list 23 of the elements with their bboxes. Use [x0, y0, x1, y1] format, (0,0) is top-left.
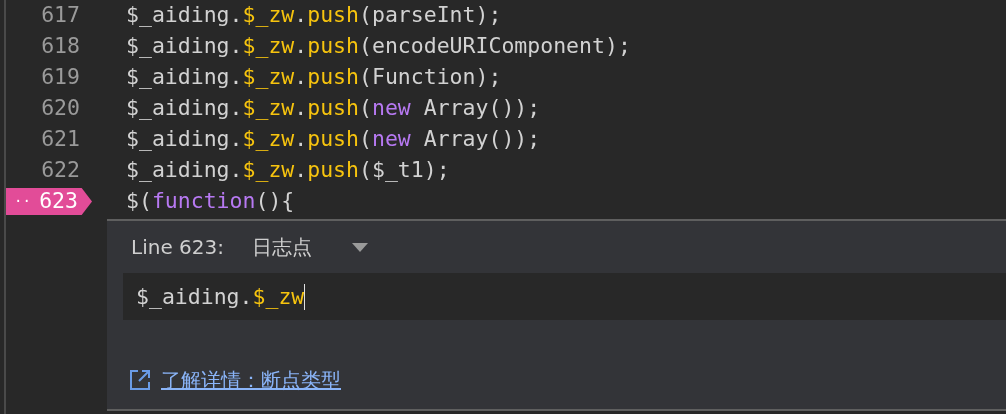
line-number: 620	[40, 94, 80, 123]
line-number: 617	[40, 1, 80, 30]
code-line: $_aiding.$_zw.push(new Array());	[126, 125, 541, 154]
line-number: 618	[40, 32, 80, 61]
external-link-icon	[129, 369, 151, 391]
code-line: $_aiding.$_zw.push(Function);	[126, 63, 502, 92]
learn-more-link[interactable]: 了解详情：断点类型	[161, 365, 341, 395]
code-line: $(function(){	[126, 187, 295, 216]
logpoint-marker[interactable]: ·· 623	[6, 188, 92, 215]
code-line: $_aiding.$_zw.push(encodeURIComponent);	[126, 32, 631, 61]
line-number: 619	[40, 63, 80, 92]
expression-text: $_aiding.$_zw	[136, 283, 306, 310]
line-number: 621	[40, 125, 80, 154]
line-number: 623	[39, 187, 78, 216]
line-label: Line 623:	[131, 234, 224, 261]
code-line: $_aiding.$_zw.push($_t1);	[126, 156, 450, 185]
type-select[interactable]: 日志点	[251, 232, 368, 262]
code-line: $_aiding.$_zw.push(parseInt);	[126, 1, 502, 30]
code-line: $_aiding.$_zw.push(new Array());	[126, 94, 541, 123]
expression-field[interactable]: $_aiding.$_zw	[123, 273, 1006, 320]
caret-icon	[351, 242, 368, 252]
line-number: 622	[40, 156, 80, 185]
marker-dots: ··	[14, 192, 31, 211]
